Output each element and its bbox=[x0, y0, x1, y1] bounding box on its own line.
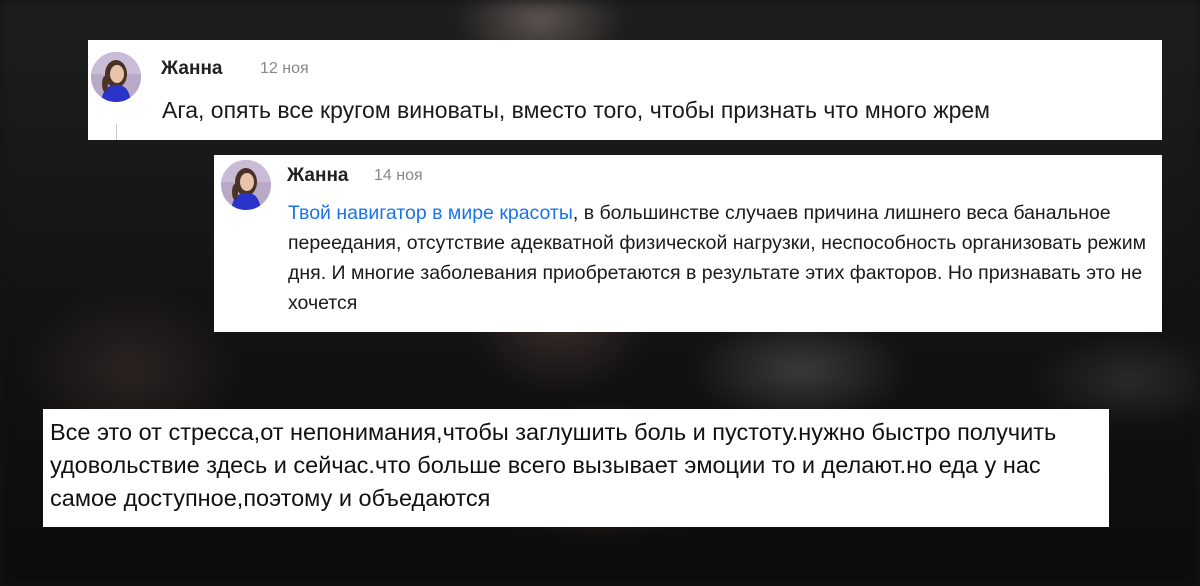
comment-text: Все это от стресса,от непонимания,чтобы … bbox=[50, 419, 1057, 511]
comment-text: Ага, опять все кругом виноваты, вместо т… bbox=[162, 97, 990, 123]
comment-card-3: Все это от стресса,от непонимания,чтобы … bbox=[43, 409, 1109, 527]
comment-text: Твой навигатор в мире красоты, в большин… bbox=[288, 198, 1156, 318]
user-avatar-icon[interactable] bbox=[221, 160, 271, 210]
user-avatar-icon[interactable] bbox=[91, 52, 141, 102]
comment-date: 12 ноя bbox=[260, 60, 309, 77]
comment-card-1: Жанна 12 ноя Ага, опять все кругом винов… bbox=[88, 40, 1162, 140]
mention-link[interactable]: Твой навигатор в мире красоты bbox=[288, 202, 573, 224]
comment-date: 14 ноя bbox=[374, 167, 423, 184]
comment-author[interactable]: Жанна bbox=[287, 165, 349, 187]
thread-line bbox=[116, 124, 117, 140]
comment-author[interactable]: Жанна bbox=[161, 58, 223, 80]
comment-card-2: Жанна 14 ноя Твой навигатор в мире красо… bbox=[214, 155, 1162, 332]
